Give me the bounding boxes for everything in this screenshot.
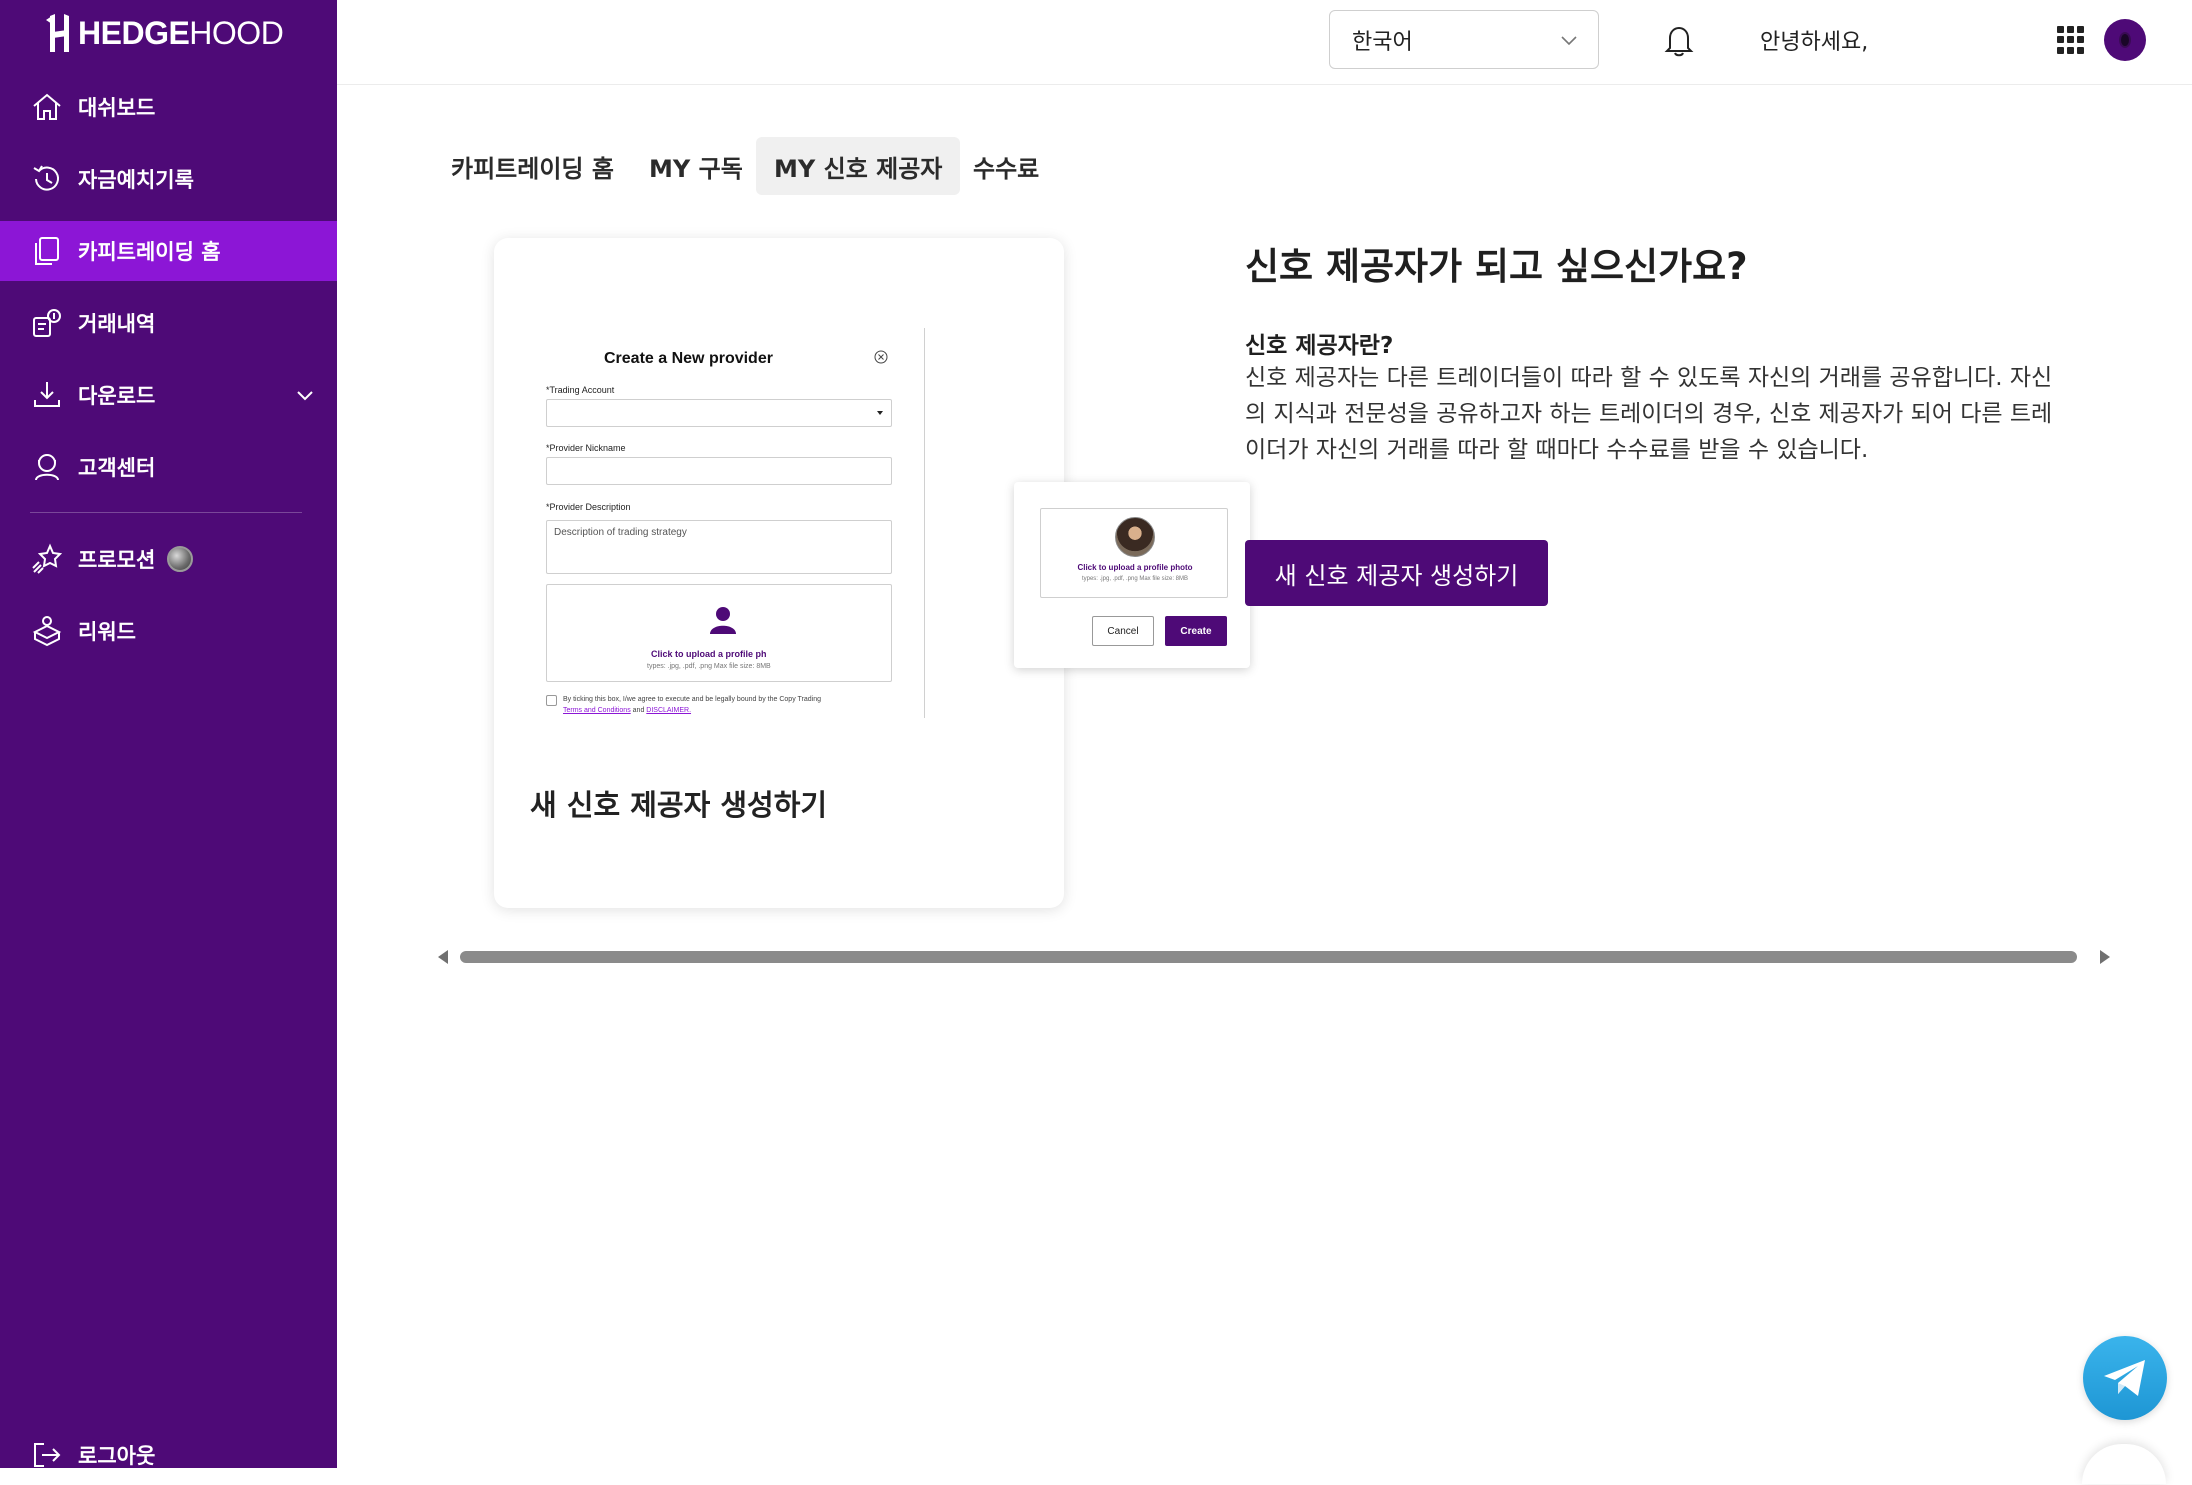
logout-icon xyxy=(34,1443,61,1467)
sidebar-item-label: 다운로드 xyxy=(78,384,156,408)
preview-description-textarea: Description of trading strategy xyxy=(546,520,892,574)
support-icon xyxy=(35,454,59,481)
preview-popup-upload-box: Click to upload a profile photo types: .… xyxy=(1040,508,1228,598)
preview-create-button: Create xyxy=(1165,616,1227,646)
logo-text-light: HOOD xyxy=(189,14,284,51)
sidebar-item-label: 자금예치기록 xyxy=(78,168,194,192)
preview-title: Create a New provider xyxy=(604,350,773,367)
bell-icon[interactable] xyxy=(1661,22,1697,58)
scroll-right-arrow-icon[interactable] xyxy=(2100,950,2110,964)
sidebar-item-label: 로그아웃 xyxy=(78,1444,156,1468)
tab-label: 수수료 xyxy=(973,154,1040,183)
promotion-coin-icon xyxy=(167,546,194,572)
create-provider-preview-image: Create a New provider *Trading Account *… xyxy=(534,328,1034,728)
hedgehood-logo[interactable]: HEDGE HOOD xyxy=(44,12,284,54)
disclaimer-link: DISCLAIMER. xyxy=(646,707,692,714)
hedgehood-mark-icon xyxy=(46,14,69,52)
preview-upload-popup: Click to upload a profile photo types: .… xyxy=(1014,482,1250,668)
preview-trading-account-select xyxy=(546,399,892,427)
sidebar: HEDGE HOOD 대쉬보드 자금예치기록 카피트레이딩 홈 거래내역 다운로드 xyxy=(0,0,337,1468)
tab-label: MY 신호 제공자 xyxy=(774,154,943,183)
sidebar-item-label: 리워드 xyxy=(78,620,136,644)
preview-upload-sub: types: .jpg, .pdf, .png Max file size: 8… xyxy=(647,663,771,670)
tab-my-subscriptions[interactable]: MY 구독 xyxy=(631,137,761,195)
scroll-left-arrow-icon[interactable] xyxy=(438,950,448,964)
sidebar-item-dashboard[interactable]: 대쉬보드 xyxy=(0,77,337,137)
sidebar-item-deposit-history[interactable]: 자금예치기록 xyxy=(0,149,337,209)
preview-upload-text: Click to upload a profile ph xyxy=(651,649,767,659)
sidebar-item-label: 고객센터 xyxy=(78,456,156,480)
and-text: and xyxy=(632,707,645,714)
telegram-button[interactable] xyxy=(2083,1336,2167,1420)
scroll-to-top-button[interactable] xyxy=(2082,1444,2166,1484)
preview-label-trading-account: *Trading Account xyxy=(546,385,615,395)
promotion-icon xyxy=(32,543,63,574)
create-provider-card[interactable]: Create a New provider *Trading Account *… xyxy=(494,238,1250,908)
sidebar-divider xyxy=(30,512,302,513)
sidebar-item-label: 프로모션 xyxy=(78,548,156,572)
sidebar-item-label: 대쉬보드 xyxy=(78,96,156,120)
preview-nickname-input xyxy=(546,457,892,485)
tab-label: MY 구독 xyxy=(649,154,743,183)
tab-my-signal-providers[interactable]: MY 신호 제공자 xyxy=(756,137,961,195)
sidebar-item-promotion[interactable]: 프로모션 xyxy=(0,529,337,589)
chevron-down-icon xyxy=(1561,36,1577,46)
preview-upload-box: Click to upload a profile ph types: .jpg… xyxy=(546,584,892,682)
info-body: 신호 제공자는 다른 트레이더들이 따라 할 수 있도록 자신의 거래를 공유합… xyxy=(1245,365,2053,463)
greeting-text: 안녕하세요, xyxy=(1760,30,1869,55)
profile-photo xyxy=(1115,517,1155,557)
chevron-down-icon[interactable] xyxy=(295,385,315,405)
sidebar-item-support[interactable]: 고객센터 xyxy=(0,437,337,497)
language-select[interactable]: 한국어 xyxy=(1329,10,1599,69)
card-title: 새 신호 제공자 생성하기 xyxy=(530,788,828,822)
tab-fees[interactable]: 수수료 xyxy=(955,137,1057,195)
logo-text-strong: HEDGE xyxy=(78,14,190,51)
create-signal-provider-button[interactable]: 새 신호 제공자 생성하기 xyxy=(1245,540,1548,606)
top-header: 한국어 안녕하세요, xyxy=(337,0,2192,85)
sidebar-item-label: 거래내역 xyxy=(78,312,156,336)
preview-popup-upload-sub: types: .jpg, .pdf, .png Max file size: 8… xyxy=(1081,576,1189,582)
info-heading: 신호 제공자가 되고 싶으신가요? xyxy=(1245,245,1748,288)
sidebar-item-transactions[interactable]: 거래내역 xyxy=(0,293,337,353)
horizontal-scrollbar[interactable] xyxy=(436,946,2112,968)
scrollbar-thumb[interactable] xyxy=(460,951,2077,963)
transactions-icon xyxy=(33,309,61,337)
sidebar-item-copy-trading-home[interactable]: 카피트레이딩 홈 xyxy=(0,221,337,281)
user-icon xyxy=(710,607,736,634)
tab-copy-trading-home[interactable]: 카피트레이딩 홈 xyxy=(433,137,632,195)
agree-text: By ticking this box, I/we agree to execu… xyxy=(563,696,821,703)
close-icon xyxy=(874,350,888,364)
preview-divider xyxy=(924,328,925,718)
preview-label-description: *Provider Description xyxy=(546,502,631,512)
sidebar-item-label: 카피트레이딩 홈 xyxy=(78,240,221,264)
download-icon xyxy=(34,382,60,407)
apps-grid-icon[interactable] xyxy=(2057,26,2085,54)
sidebar-item-logout[interactable]: 로그아웃 xyxy=(0,1425,337,1485)
preview-cancel-button: Cancel xyxy=(1092,616,1154,646)
copy-icon xyxy=(35,237,59,265)
user-avatar[interactable] xyxy=(2104,19,2146,61)
sidebar-item-reward[interactable]: 리워드 xyxy=(0,601,337,661)
preview-popup-upload-text: Click to upload a profile photo xyxy=(1077,563,1193,572)
home-icon xyxy=(33,93,61,120)
preview-label-nickname: *Provider Nickname xyxy=(546,443,626,453)
preview-agree-checkbox xyxy=(546,695,557,706)
history-icon xyxy=(33,165,59,191)
preview-agree-text: By ticking this box, I/we agree to execu… xyxy=(563,694,821,716)
info-subheading: 신호 제공자란? xyxy=(1245,333,1394,359)
telegram-icon xyxy=(2104,1360,2145,1396)
tab-label: 카피트레이딩 홈 xyxy=(451,154,614,183)
terms-link: Terms and Conditions xyxy=(563,707,631,714)
language-select-value: 한국어 xyxy=(1352,29,1413,55)
reward-icon xyxy=(32,616,62,647)
sidebar-item-download[interactable]: 다운로드 xyxy=(0,365,337,425)
